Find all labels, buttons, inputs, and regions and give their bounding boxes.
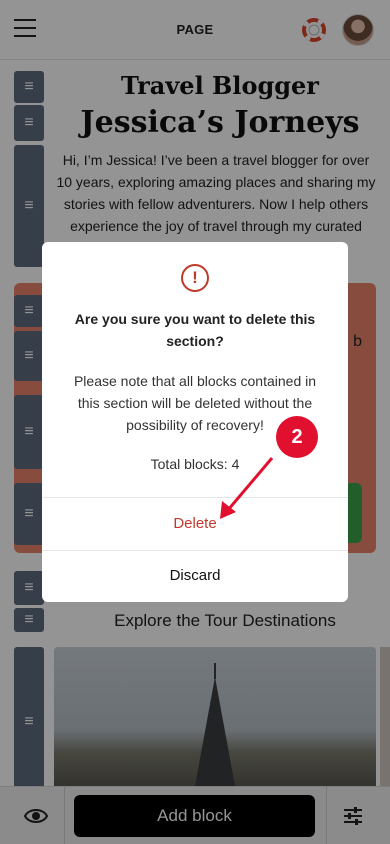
total-blocks-count: Total blocks: 4 [150,456,240,472]
warning-circle-icon: ! [181,264,209,292]
step-badge: 2 [276,416,318,458]
dialog-title: Are you sure you want to delete this sec… [74,311,316,349]
discard-button[interactable]: Discard [42,550,348,602]
delete-button[interactable]: Delete [42,498,348,550]
